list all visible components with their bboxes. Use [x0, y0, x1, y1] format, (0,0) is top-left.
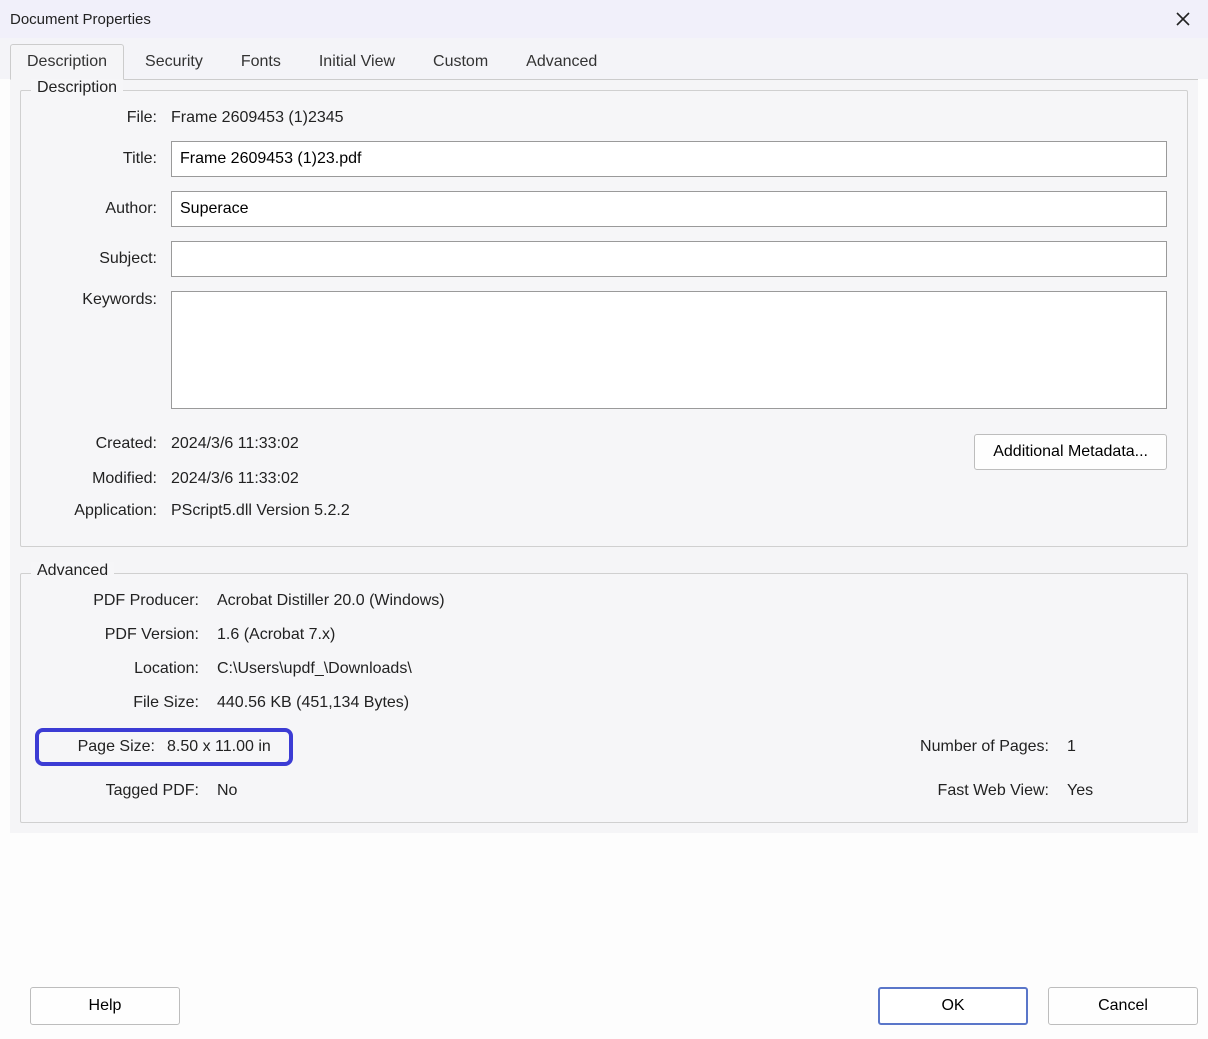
subject-input[interactable] [171, 241, 1167, 277]
label-file: File: [41, 109, 171, 127]
close-icon[interactable] [1170, 6, 1196, 32]
value-tagged-pdf: No [217, 782, 885, 800]
title-input[interactable] [171, 141, 1167, 177]
titlebar: Document Properties [0, 0, 1208, 38]
label-created: Created: [41, 435, 171, 453]
label-fast-web-view: Fast Web View: [891, 782, 1061, 800]
value-application: PScript5.dll Version 5.2.2 [171, 502, 1167, 520]
value-file: Frame 2609453 (1)2345 [171, 109, 1167, 127]
label-application: Application: [41, 502, 171, 520]
additional-metadata-button[interactable]: Additional Metadata... [974, 434, 1167, 470]
tab-description[interactable]: Description [10, 44, 124, 80]
label-tagged-pdf: Tagged PDF: [41, 782, 211, 800]
tab-security[interactable]: Security [128, 44, 220, 80]
label-number-of-pages: Number of Pages: [891, 738, 1061, 756]
author-input[interactable] [171, 191, 1167, 227]
label-pdf-producer: PDF Producer: [41, 592, 211, 610]
tab-content: Description File: Frame 2609453 (1)2345 … [10, 79, 1198, 833]
tab-fonts[interactable]: Fonts [224, 44, 298, 80]
label-page-size: Page Size: [45, 738, 167, 756]
value-file-size: 440.56 KB (451,134 Bytes) [217, 694, 1167, 712]
label-file-size: File Size: [41, 694, 211, 712]
value-modified: 2024/3/6 11:33:02 [171, 470, 1167, 488]
label-title: Title: [41, 150, 171, 168]
value-location: C:\Users\updf_\Downloads\ [217, 660, 1167, 678]
label-modified: Modified: [41, 470, 171, 488]
value-pdf-producer: Acrobat Distiller 20.0 (Windows) [217, 592, 1167, 610]
description-fieldset: Description File: Frame 2609453 (1)2345 … [20, 90, 1188, 547]
value-number-of-pages: 1 [1067, 738, 1167, 756]
label-pdf-version: PDF Version: [41, 626, 211, 644]
label-subject: Subject: [41, 250, 171, 268]
help-button[interactable]: Help [30, 987, 180, 1025]
advanced-legend: Advanced [31, 562, 114, 580]
tab-advanced[interactable]: Advanced [509, 44, 614, 80]
tab-initial-view[interactable]: Initial View [302, 44, 412, 80]
ok-button[interactable]: OK [878, 987, 1028, 1025]
label-location: Location: [41, 660, 211, 678]
description-legend: Description [31, 79, 123, 97]
label-author: Author: [41, 200, 171, 218]
value-pdf-version: 1.6 (Acrobat 7.x) [217, 626, 1167, 644]
window-title: Document Properties [10, 11, 151, 28]
label-keywords: Keywords: [41, 291, 171, 309]
value-created: 2024/3/6 11:33:02 [171, 435, 974, 453]
cancel-button[interactable]: Cancel [1048, 987, 1198, 1025]
footer: Help OK Cancel [10, 987, 1198, 1025]
tab-custom[interactable]: Custom [416, 44, 505, 80]
tabs: Description Security Fonts Initial View … [0, 38, 1208, 79]
value-page-size: 8.50 x 11.00 in [167, 738, 271, 756]
value-fast-web-view: Yes [1067, 782, 1167, 800]
keywords-input[interactable] [171, 291, 1167, 409]
page-size-highlight: Page Size: 8.50 x 11.00 in [35, 728, 293, 766]
advanced-fieldset: Advanced PDF Producer: Acrobat Distiller… [20, 573, 1188, 823]
